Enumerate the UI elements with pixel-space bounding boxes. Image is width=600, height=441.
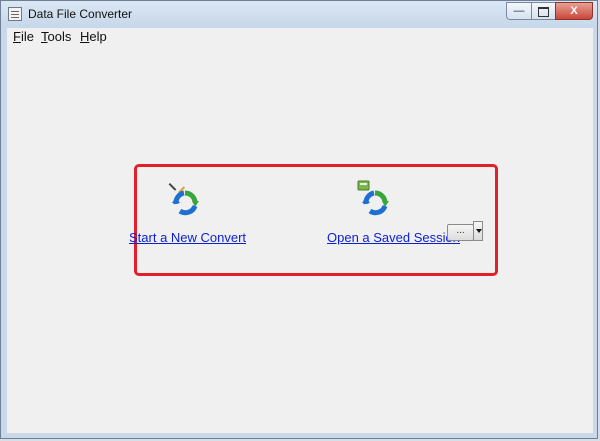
window-title: Data File Converter <box>28 7 133 21</box>
menu-file[interactable]: File <box>13 29 34 44</box>
open-saved-session-link[interactable]: Open a Saved Session <box>327 230 460 245</box>
convert-folder-icon[interactable] <box>356 180 394 216</box>
recent-sessions-dropdown[interactable] <box>473 221 483 241</box>
menu-tools[interactable]: Tools <box>41 29 71 44</box>
title-bar[interactable]: Data File Converter — X <box>1 1 597 28</box>
convert-pencil-icon[interactable] <box>166 180 204 216</box>
browse-session-button[interactable]: ... <box>447 224 474 241</box>
app-icon[interactable] <box>8 7 22 21</box>
maximize-icon <box>538 7 549 17</box>
minimize-button[interactable]: — <box>506 2 532 20</box>
maximize-button[interactable] <box>531 2 556 20</box>
minimize-icon: — <box>513 5 525 17</box>
start-new-convert-link[interactable]: Start a New Convert <box>129 230 246 245</box>
close-button[interactable]: X <box>555 2 593 20</box>
close-icon: X <box>570 5 578 17</box>
menu-bar: File Tools Help <box>7 28 593 47</box>
menu-help[interactable]: Help <box>80 29 107 44</box>
